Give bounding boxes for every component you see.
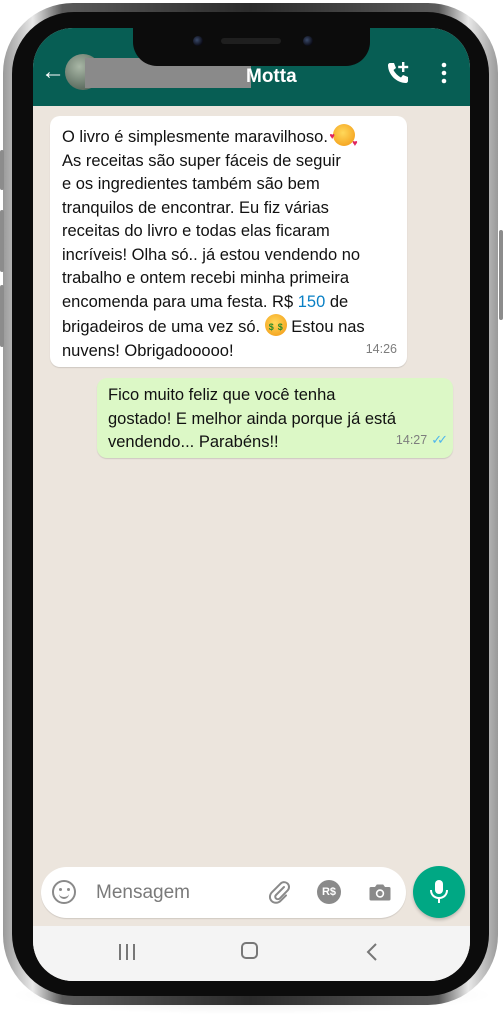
message-composer: R$ (41, 867, 406, 918)
contact-name[interactable]: Motta (246, 66, 297, 88)
message-timestamp: 14:26 (365, 341, 397, 356)
message-line: receitas do livro e todas elas ficaram (62, 222, 330, 240)
system-nav-bar (33, 926, 470, 981)
message-line: e os ingredientes também são bem (62, 175, 320, 193)
payment-icon[interactable]: R$ (317, 880, 341, 904)
notch (133, 28, 370, 66)
mic-button[interactable] (413, 866, 465, 918)
message-line: gostado! E melhor ainda porque já está (108, 409, 397, 428)
incoming-message-bubble[interactable]: O livro é simplesmente maravilhoso. As r… (50, 116, 407, 367)
sensor-icon (303, 36, 313, 46)
emoji-icon[interactable] (52, 880, 76, 904)
message-line: incríveis! Olha só.. já estou vendendo n… (62, 245, 361, 264)
message-line: tranquilos de encontrar. Eu fiz várias (62, 198, 329, 217)
nav-back-icon[interactable] (366, 942, 378, 962)
message-list[interactable]: O livro é simplesmente maravilhoso. As r… (33, 106, 470, 866)
message-line: As receitas são super fáceis de seguir (62, 151, 341, 170)
attach-icon[interactable] (265, 878, 293, 911)
number-link[interactable]: 150 (298, 293, 326, 311)
phone-screen: ← Motta O livro é simplesmente maravilho… (33, 28, 470, 981)
front-camera-icon (193, 36, 203, 46)
add-call-icon[interactable] (385, 60, 411, 91)
back-arrow-icon[interactable]: ← (41, 60, 65, 84)
side-button-power (499, 230, 503, 320)
smiling-face-with-hearts-icon (330, 124, 358, 156)
more-vert-icon[interactable] (439, 60, 449, 91)
camera-icon[interactable] (368, 880, 392, 909)
side-button-volume-up (0, 210, 4, 272)
message-timestamp-wrap: 14:27 ✓✓ (395, 428, 448, 453)
message-line: encomenda para uma festa. R$ 150 de (62, 292, 349, 311)
read-receipt-icon: ✓✓ (431, 431, 448, 447)
message-input[interactable] (96, 880, 266, 906)
mic-icon (430, 880, 448, 903)
side-button-volume-down (0, 285, 4, 347)
message-line: Fico muito feliz que você tenha (108, 386, 336, 404)
message-line: brigadeiros de uma vez só. Estou nas (62, 314, 397, 340)
message-line: nuvens! Obrigadooooo! (62, 341, 234, 360)
outgoing-message-bubble[interactable]: Fico muito feliz que você tenha gostado!… (97, 378, 453, 458)
message-timestamp: 14:27 (395, 432, 428, 447)
message-line: trabalho e ontem recebi minha primeira (62, 269, 350, 287)
earpiece-speaker (221, 38, 281, 44)
recents-icon[interactable] (119, 944, 139, 962)
money-mouth-face-icon (264, 314, 287, 340)
message-line: O livro é simplesmente maravilhoso. (62, 124, 397, 156)
message-line: vendendo... Parabéns!! (108, 433, 279, 451)
side-button-mute (0, 150, 4, 190)
home-icon[interactable] (241, 942, 258, 959)
